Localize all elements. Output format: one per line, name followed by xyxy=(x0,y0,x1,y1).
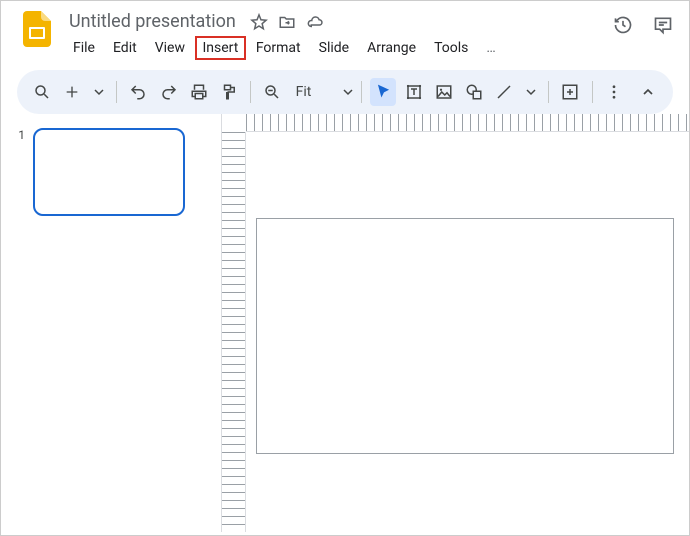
image-icon[interactable] xyxy=(431,78,457,106)
slides-app-logo[interactable] xyxy=(17,9,57,49)
canvas-area xyxy=(221,114,689,532)
toolbar-separator xyxy=(592,81,593,103)
search-menus-icon[interactable] xyxy=(29,78,55,106)
zoom-dropdown-icon[interactable] xyxy=(321,78,353,106)
slide-canvas[interactable] xyxy=(256,218,674,454)
cloud-status-icon[interactable] xyxy=(306,13,324,31)
doc-title[interactable]: Untitled presentation xyxy=(65,9,240,34)
menu-insert[interactable]: Insert xyxy=(195,36,246,60)
menu-more[interactable]: … xyxy=(478,36,503,60)
line-tool-icon[interactable] xyxy=(491,78,517,106)
zoom-out-icon[interactable] xyxy=(259,78,285,106)
move-to-folder-icon[interactable] xyxy=(278,13,296,31)
print-icon[interactable] xyxy=(186,78,212,106)
star-icon[interactable] xyxy=(250,13,268,31)
menu-slide[interactable]: Slide xyxy=(311,36,357,60)
toolbar-separator xyxy=(116,81,117,103)
toolbar: Fit xyxy=(17,70,673,114)
zoom-label: Fit xyxy=(296,84,312,100)
vertical-ruler xyxy=(222,132,246,532)
more-tools-icon[interactable] xyxy=(601,78,627,106)
collapse-toolbar-icon[interactable] xyxy=(635,78,661,106)
line-dropdown-icon[interactable] xyxy=(522,78,541,106)
menu-arrange[interactable]: Arrange xyxy=(359,36,424,60)
redo-icon[interactable] xyxy=(156,78,182,106)
paint-format-icon[interactable] xyxy=(216,78,242,106)
shape-icon[interactable] xyxy=(461,78,487,106)
select-tool-icon[interactable] xyxy=(370,78,396,106)
menu-tools[interactable]: Tools xyxy=(426,36,476,60)
toolbar-separator xyxy=(548,81,549,103)
menu-edit[interactable]: Edit xyxy=(105,36,145,60)
toolbar-separator xyxy=(250,81,251,103)
slide-panel: 1 xyxy=(1,114,221,532)
new-slide-dropdown-icon[interactable] xyxy=(90,78,109,106)
horizontal-ruler xyxy=(246,114,689,132)
menubar: File Edit View Insert Format Slide Arran… xyxy=(65,36,605,60)
undo-icon[interactable] xyxy=(125,78,151,106)
comment-add-icon[interactable] xyxy=(557,78,583,106)
zoom-level[interactable]: Fit xyxy=(290,78,318,106)
menu-format[interactable]: Format xyxy=(248,36,309,60)
slide-number: 1 xyxy=(13,128,25,142)
textbox-icon[interactable] xyxy=(400,78,426,106)
version-history-icon[interactable] xyxy=(613,15,633,35)
slide-thumbnail[interactable] xyxy=(33,128,185,216)
menu-file[interactable]: File xyxy=(65,36,103,60)
comments-icon[interactable] xyxy=(653,15,673,35)
toolbar-separator xyxy=(361,81,362,103)
new-slide-icon[interactable] xyxy=(59,78,85,106)
menu-view[interactable]: View xyxy=(147,36,193,60)
